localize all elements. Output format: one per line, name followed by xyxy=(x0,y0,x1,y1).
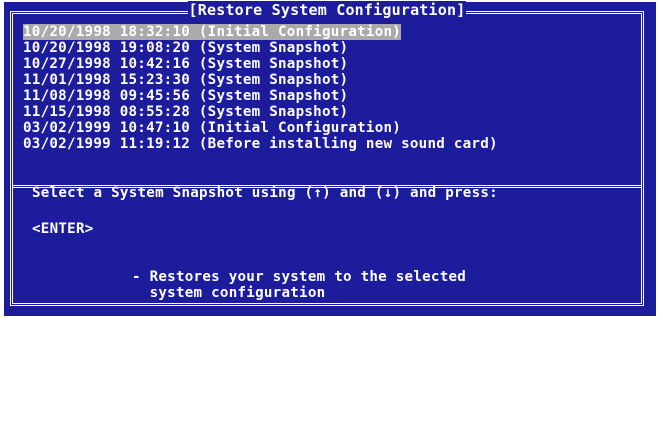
snapshot-item[interactable]: 03/02/1999 10:47:10 (Initial Configurati… xyxy=(23,120,638,136)
help-prompt: Select a System Snapshot using (↑) and (… xyxy=(32,185,498,201)
enter-key-description: - Restores your system to the selected s… xyxy=(132,269,467,301)
snapshot-item[interactable]: 10/20/1998 19:08:20 (System Snapshot) xyxy=(23,40,638,56)
dialog-title: [Restore System Configuration] xyxy=(187,1,467,19)
esc-key-label: <ESC> xyxy=(32,333,76,349)
snapshot-item[interactable]: 11/08/1998 09:45:56 (System Snapshot) xyxy=(23,88,638,104)
esc-key-description: - Exits the utility without restoring a … xyxy=(132,381,475,413)
snapshot-item-selected: 10/20/1998 18:32:10 (Initial Configurati… xyxy=(23,24,402,40)
snapshot-item[interactable]: 11/15/1998 08:55:28 (System Snapshot) xyxy=(23,104,638,120)
snapshot-item[interactable]: 10/27/1998 10:42:16 (System Snapshot) xyxy=(23,56,638,72)
dos-screen: [Restore System Configuration] 10/20/199… xyxy=(4,1,656,413)
enter-key-label: <ENTER> xyxy=(32,221,94,237)
key-help-esc: <ESC> - Exits the utility without restor… xyxy=(32,333,622,445)
snapshot-list[interactable]: 10/20/1998 18:32:10 (Initial Configurati… xyxy=(23,24,638,152)
snapshot-item[interactable]: 11/01/1998 15:23:30 (System Snapshot) xyxy=(23,72,638,88)
key-help-enter: <ENTER> - Restores your system to the se… xyxy=(32,221,622,333)
snapshot-item[interactable]: 10/20/1998 18:32:10 (Initial Configurati… xyxy=(23,24,638,40)
snapshot-item[interactable]: 03/02/1999 11:19:12 (Before installing n… xyxy=(23,136,638,152)
help-panel: Select a System Snapshot using (↑) and (… xyxy=(32,185,622,445)
